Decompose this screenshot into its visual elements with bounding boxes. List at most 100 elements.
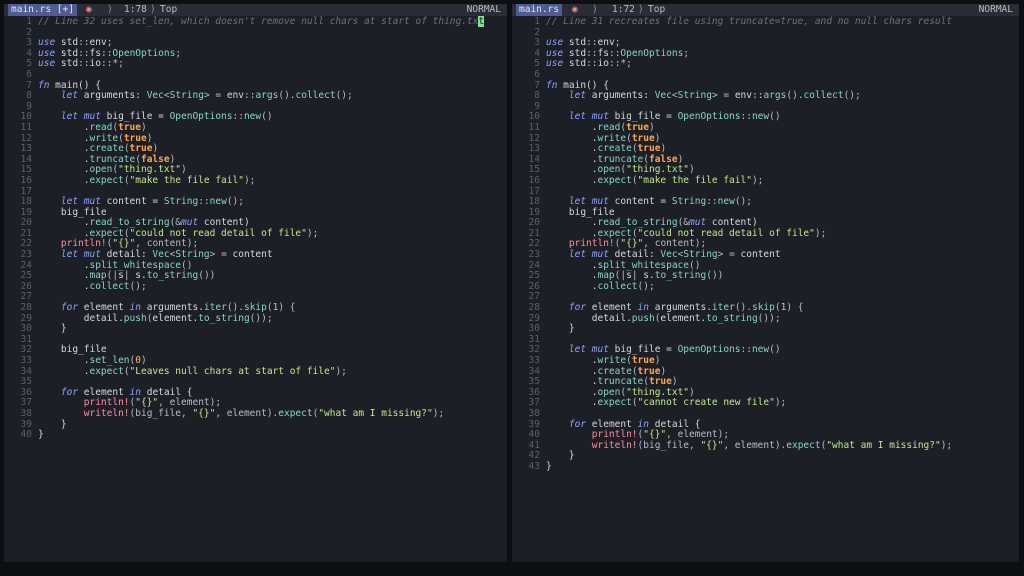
code-token: set_len [89, 355, 130, 366]
code-line[interactable]: 30 } [512, 323, 1019, 335]
code-token: . [546, 365, 598, 377]
code-token: :: [78, 37, 90, 49]
code-token: read_to_string [89, 217, 170, 229]
file-tab[interactable]: main.rs [516, 4, 563, 16]
code-token: detail: [100, 249, 153, 261]
code-line[interactable]: 29 detail.push(element.to_string()); [4, 313, 507, 325]
code-token: args [255, 90, 279, 102]
code-token: "{}" [620, 238, 644, 250]
code-line[interactable]: 39 } [4, 419, 507, 431]
code-text: } [38, 429, 44, 441]
line-number: 16 [528, 174, 540, 186]
code-token: OpenOptions [169, 111, 233, 123]
line-number: 6 [26, 68, 32, 80]
code-token: write [597, 355, 627, 366]
code-line[interactable]: 26 .collect(); [512, 281, 1019, 293]
code-line[interactable]: 34 .expect("Leaves null chars at start o… [4, 365, 507, 378]
code-token: let mut [568, 196, 609, 208]
code-line[interactable]: 37 .expect("cannot create new file"); [512, 398, 1019, 409]
code-line[interactable]: 8 let arguments: Vec<String> = env::args… [512, 90, 1019, 102]
code-token: big_file [546, 206, 615, 218]
code-line[interactable]: 1 // Line 31 recreates file using truncat… [512, 16, 1019, 28]
code-token: expect [597, 227, 632, 239]
code-token: . [38, 153, 90, 165]
code-token: element [586, 418, 638, 430]
code-token: read [597, 121, 621, 133]
code-token: OpenOptions [677, 344, 741, 356]
code-token: "cannot create new file" [637, 397, 775, 409]
code-line[interactable]: 5 use std::io::*; [4, 59, 507, 70]
code-token: . [38, 365, 90, 377]
code-line[interactable]: 16 .expect("make the file fail"); [4, 175, 507, 187]
code-token: use [546, 47, 564, 59]
code-line[interactable]: 1 // Line 32 uses set_len, which doesn't … [4, 16, 507, 28]
code-token: . [546, 355, 598, 366]
code-line[interactable]: 41 writeln!(big_file, "{}", element).exp… [512, 440, 1019, 452]
code-token: detail. [546, 312, 632, 324]
code-token: , element). [215, 407, 279, 419]
code-token: println! [60, 238, 107, 250]
code-token: let mut [60, 111, 101, 123]
code-token: content) [706, 217, 758, 229]
code-token: () [181, 259, 193, 271]
code-token: :: [586, 37, 598, 49]
code-token: . [546, 270, 598, 282]
code-token: "thing.txt" [626, 386, 690, 398]
code-line[interactable]: 16 .expect("make the file fail"); [512, 174, 1019, 187]
code-token: "{}" [135, 397, 159, 409]
code-token: write [597, 132, 627, 144]
code-area[interactable]: 1 // Line 32 uses set_len, which doesn't … [4, 16, 507, 441]
file-tab[interactable]: main.rs [+] [8, 4, 77, 16]
code-line[interactable]: 43} [512, 461, 1019, 473]
code-token: create [597, 365, 632, 377]
code-token: :: [752, 90, 764, 102]
code-token: std [563, 37, 587, 49]
code-line[interactable]: 40} [4, 429, 507, 441]
code-line[interactable]: 38 writeln!(big_file, "{}", element).exp… [4, 407, 507, 420]
line-number: 11 [20, 121, 32, 133]
code-area[interactable]: 1 // Line 31 recreates file using truncat… [512, 16, 1019, 473]
code-token: content = [100, 196, 164, 208]
code-token: (). [786, 90, 804, 102]
code-text: detail.push(element.to_string()); [546, 312, 781, 325]
left-editor-pane[interactable]: main.rs [+] ◉ ) 1:78 ) Top NORMAL 1 // Li… [4, 4, 507, 562]
code-token: :: [740, 344, 752, 356]
code-token: (). [734, 302, 752, 314]
code-line[interactable]: 30 } [4, 323, 507, 335]
code-token: io [89, 58, 101, 70]
code-text: writeln!(big_file, "{}", element).expect… [546, 440, 952, 452]
code-token: create [597, 143, 632, 155]
code-token: true [648, 376, 672, 388]
code-line[interactable]: 29 detail.push(element.to_string()); [512, 312, 1019, 325]
code-token: element. [660, 312, 707, 324]
code-token: new [717, 196, 735, 208]
code-line[interactable]: 42 } [512, 451, 1019, 462]
code-token: () [769, 344, 781, 356]
code-line[interactable]: 26 .collect(); [4, 281, 507, 293]
pane-divider[interactable] [508, 4, 511, 562]
code-token: true [129, 143, 153, 155]
code-token: . [546, 143, 598, 155]
code-token: :: [586, 47, 598, 59]
code-token: new [751, 111, 770, 123]
right-editor-pane[interactable]: main.rs ◉ ) 1:72 ) Top NORMAL 1 // Line 3… [512, 4, 1019, 562]
code-token: . [546, 121, 598, 133]
code-token: Vec [660, 249, 678, 261]
code-token: } [38, 323, 67, 335]
code-line[interactable]: 5 use std::io::*; [512, 59, 1019, 70]
code-token: let mut [60, 249, 101, 261]
code-token: detail { [649, 418, 701, 430]
code-token: . [38, 259, 90, 271]
code-token: in [637, 302, 649, 314]
code-token: OpenOptions [677, 111, 741, 123]
code-line[interactable]: 8 let arguments: Vec<String> = env::args… [4, 90, 507, 102]
code-token: true [626, 121, 649, 133]
code-token: . [546, 217, 598, 229]
code-token: ) [649, 121, 655, 133]
cursor-position: 1:72 [612, 4, 635, 15]
code-token: . [546, 153, 598, 165]
